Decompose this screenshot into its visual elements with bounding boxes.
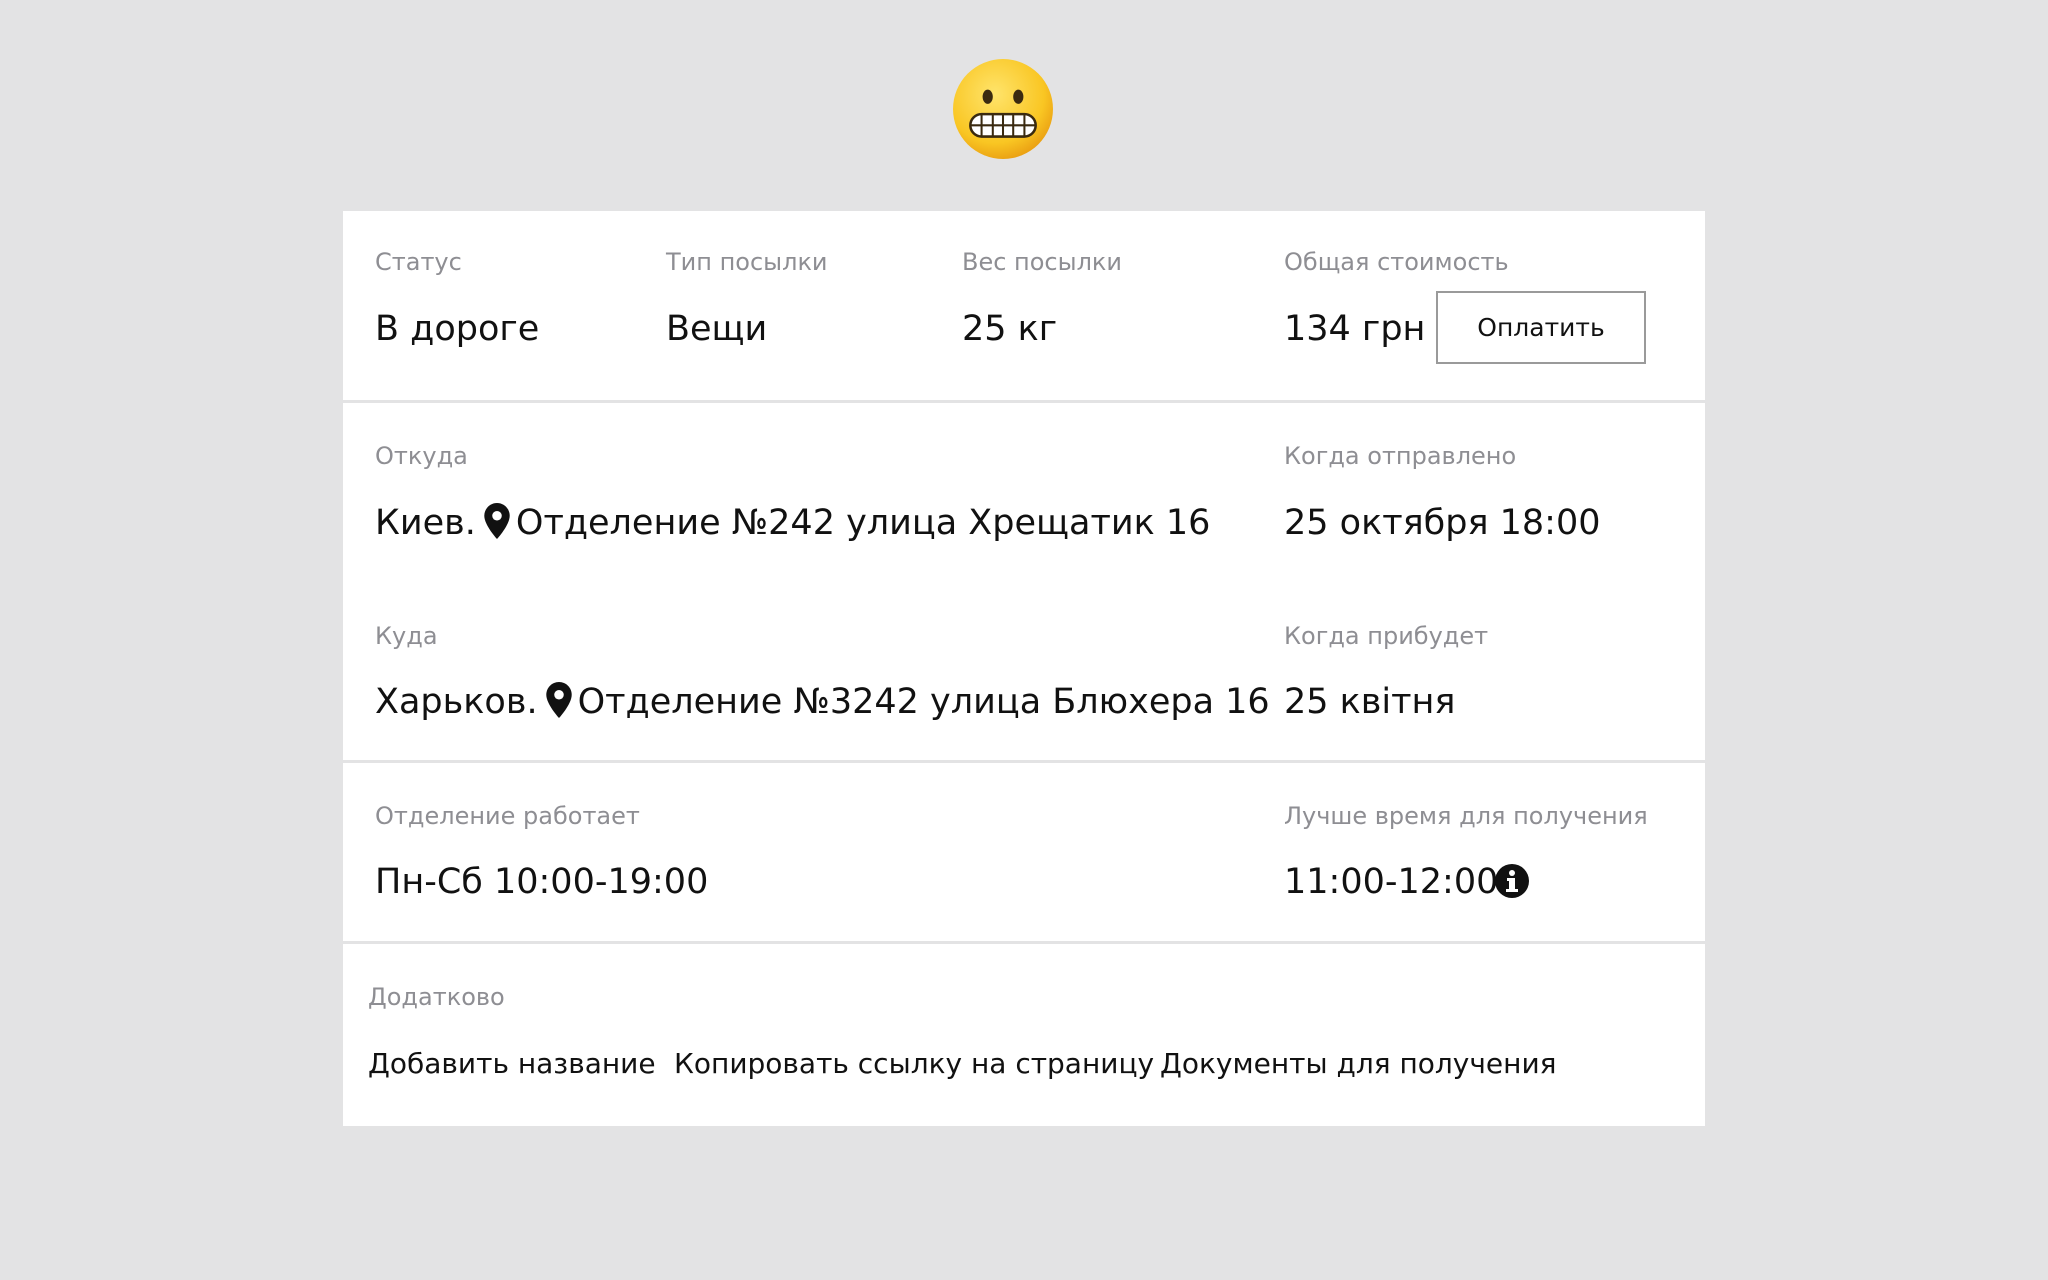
parcel-type-label: Тип посылки bbox=[666, 248, 828, 276]
map-pin-icon bbox=[484, 503, 510, 539]
copy-link-link[interactable]: Копировать ссылку на страницу bbox=[674, 1046, 1154, 1082]
divider bbox=[343, 760, 1705, 763]
info-icon[interactable] bbox=[1495, 864, 1529, 898]
extra-label: Додатково bbox=[368, 983, 505, 1011]
best-time-label: Лучше время для получения bbox=[1284, 802, 1648, 830]
total-cost-label: Общая стоимость bbox=[1284, 248, 1509, 276]
parcel-weight-label: Вес посылки bbox=[962, 248, 1123, 276]
to-city: Харьков. bbox=[375, 682, 538, 722]
from-branch: Отделение №242 улица Хрещатик 16 bbox=[515, 503, 1211, 543]
status-label: Статус bbox=[375, 248, 462, 276]
pay-button[interactable]: Оплатить bbox=[1436, 291, 1646, 364]
from-address: Киев. Отделение №242 улица Хрещатик 16 bbox=[375, 501, 1210, 545]
sent-value: 25 октября 18:00 bbox=[1284, 503, 1601, 543]
branch-hours-label: Отделение работает bbox=[375, 802, 640, 830]
from-city: Киев. bbox=[375, 503, 476, 543]
parcel-type-value: Вещи bbox=[666, 309, 768, 349]
to-branch: Отделение №3242 улица Блюхера 16 bbox=[577, 682, 1270, 722]
to-label: Куда bbox=[375, 622, 438, 650]
parcel-weight-value: 25 кг bbox=[962, 309, 1058, 349]
divider bbox=[343, 941, 1705, 944]
arrive-label: Когда прибудет bbox=[1284, 622, 1489, 650]
add-name-link[interactable]: Добавить название bbox=[368, 1046, 656, 1082]
from-label: Откуда bbox=[375, 442, 468, 470]
branch-hours-value: Пн-Сб 10:00-19:00 bbox=[375, 862, 709, 902]
best-time-value: 11:00-12:00 bbox=[1284, 862, 1499, 902]
arrive-value: 25 квітня bbox=[1284, 682, 1456, 722]
sent-label: Когда отправлено bbox=[1284, 442, 1517, 470]
divider bbox=[343, 400, 1705, 403]
status-value: В дороге bbox=[375, 309, 540, 349]
to-address: Харьков. Отделение №3242 улица Блюхера 16 bbox=[375, 680, 1270, 724]
documents-link[interactable]: Документы для получения bbox=[1160, 1046, 1556, 1082]
parcel-card: Статус В дороге Тип посылки Вещи Вес пос… bbox=[343, 211, 1705, 1126]
map-pin-icon bbox=[545, 682, 572, 718]
grimacing-face-icon bbox=[953, 59, 1053, 159]
total-cost-value: 134 грн bbox=[1284, 309, 1426, 349]
